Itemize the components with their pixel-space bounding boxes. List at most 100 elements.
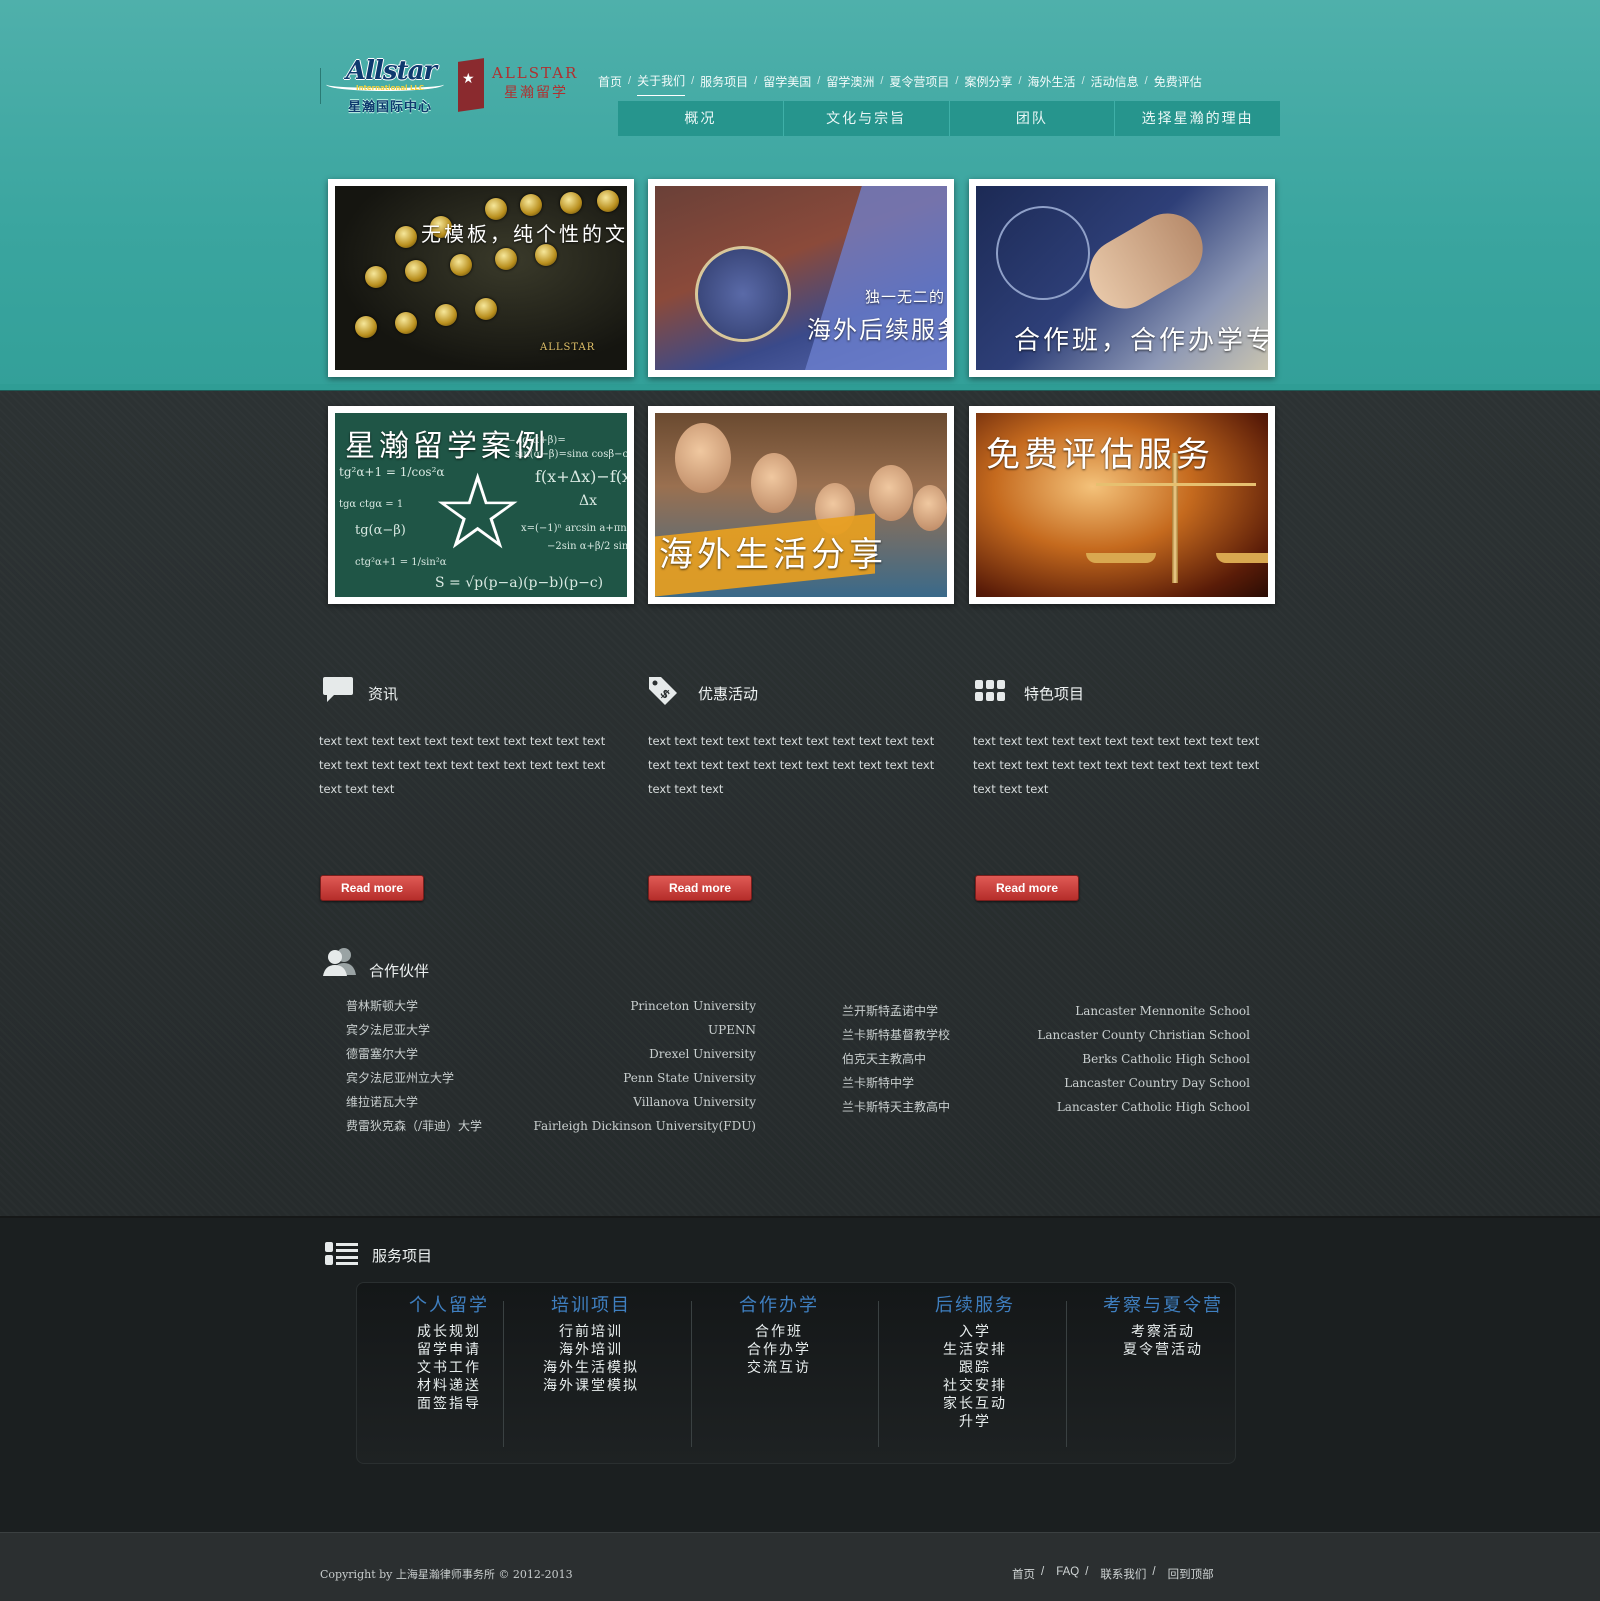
service-heading[interactable]: 培训项目 xyxy=(497,1291,685,1317)
service-item[interactable]: 考察活动 xyxy=(1069,1323,1257,1341)
news-title: 资讯 xyxy=(368,686,399,703)
service-item[interactable]: 家长互动 xyxy=(881,1395,1069,1413)
nav-item-study-australia[interactable]: 留学澳洲 xyxy=(826,73,874,90)
feature-card-followup[interactable]: 独一无二的 海外后续服务 xyxy=(648,179,954,377)
users-icon xyxy=(323,948,356,976)
partner-item[interactable]: UPENN xyxy=(520,1018,756,1042)
service-item[interactable]: 海外生活模拟 xyxy=(497,1359,685,1377)
nav-item-about[interactable]: 关于我们 xyxy=(637,72,686,96)
service-item[interactable]: 合作办学 xyxy=(685,1341,873,1359)
subnav-item-culture[interactable]: 文化与宗旨 xyxy=(784,101,950,136)
card-caption: 海外后续服务 xyxy=(807,316,947,344)
subnav-item-overview[interactable]: 概况 xyxy=(618,101,784,136)
partner-item[interactable]: 宾夕法尼亚大学 xyxy=(346,1018,482,1042)
feature-card-documents[interactable]: 无模板，纯个性的文书 ALLSTAR xyxy=(328,179,634,377)
partner-schools-en: Lancaster Mennonite School Lancaster Cou… xyxy=(1000,999,1250,1119)
partner-item[interactable]: 费雷狄克森（/菲迪）大学 xyxy=(346,1114,482,1138)
logo-brand2-cn: 星瀚留学 xyxy=(504,85,568,101)
service-item[interactable]: 生活安排 xyxy=(881,1341,1069,1359)
blackboard-image: — tg(α+β)= sin(α−β)=sinα cosβ−cosα sinβ … xyxy=(335,413,627,597)
partner-universities-en: Princeton University UPENN Drexel Univer… xyxy=(520,994,756,1138)
card-caption: 海外生活分享 xyxy=(659,535,887,575)
service-column-followup: 后续服务 入学 生活安排 跟踪 社交安排 家长互动 升学 xyxy=(881,1291,1069,1431)
partner-item[interactable]: 兰卡斯特中学 xyxy=(842,1071,950,1095)
service-column-training: 培训项目 行前培训 海外培训 海外生活模拟 海外课堂模拟 xyxy=(497,1291,685,1395)
partner-item[interactable]: 普林斯顿大学 xyxy=(346,994,482,1018)
service-item[interactable]: 社交安排 xyxy=(881,1377,1069,1395)
nav-item-cases[interactable]: 案例分享 xyxy=(964,73,1012,90)
service-item[interactable]: 交流互访 xyxy=(685,1359,873,1377)
partner-item[interactable]: 伯克天主教高中 xyxy=(842,1047,950,1071)
copyright-text: Copyright by 上海星瀚律师事务所 © 2012-2013 xyxy=(320,1568,573,1581)
card-caption: 无模板，纯个性的文书 xyxy=(421,222,627,246)
feature-card-evaluation[interactable]: 免费评估服务 xyxy=(969,406,1275,604)
partner-item[interactable]: Berks Catholic High School xyxy=(1000,1047,1250,1071)
list-icon xyxy=(325,1242,358,1265)
footer-link-faq[interactable]: FAQ xyxy=(1056,1566,1079,1582)
nav-item-services[interactable]: 服务项目 xyxy=(700,73,748,90)
partner-item[interactable]: 兰卡斯特基督教学校 xyxy=(842,1023,950,1047)
nav-item-summer-camp[interactable]: 夏令营项目 xyxy=(889,73,949,90)
nav-item-free-evaluation[interactable]: 免费评估 xyxy=(1154,73,1202,90)
feature-card-cases[interactable]: — tg(α+β)= sin(α−β)=sinα cosβ−cosα sinβ … xyxy=(328,406,634,604)
footer-link-contact[interactable]: 联系我们 xyxy=(1100,1566,1146,1582)
logo-brand-en: Allstar xyxy=(346,56,437,86)
partner-item[interactable]: Fairleigh Dickinson University(FDU) xyxy=(520,1114,756,1138)
service-item[interactable]: 入学 xyxy=(881,1323,1069,1341)
header-divider xyxy=(0,384,1600,391)
grid-icon xyxy=(975,680,1005,701)
service-item[interactable]: 面签指导 xyxy=(355,1395,543,1413)
nav-item-overseas-life[interactable]: 海外生活 xyxy=(1028,73,1076,90)
partner-item[interactable]: Lancaster Catholic High School xyxy=(1000,1095,1250,1119)
partner-item[interactable]: Lancaster Mennonite School xyxy=(1000,999,1250,1023)
footer-link-back-to-top[interactable]: 回到顶部 xyxy=(1168,1566,1214,1582)
card-caption: 星瀚留学案例 xyxy=(345,429,549,464)
partners-title: 合作伙伴 xyxy=(369,963,430,980)
news-read-more-button[interactable]: Read more xyxy=(320,875,424,901)
nav-item-events[interactable]: 活动信息 xyxy=(1091,73,1139,90)
partner-item[interactable]: 宾夕法尼亚州立大学 xyxy=(346,1066,482,1090)
partner-item[interactable]: 维拉诺瓦大学 xyxy=(346,1090,482,1114)
partner-item[interactable]: Lancaster County Christian School xyxy=(1000,1023,1250,1047)
partner-item[interactable]: Drexel University xyxy=(520,1042,756,1066)
partner-item[interactable]: 兰开斯特孟诺中学 xyxy=(842,999,950,1023)
promo-title: 优惠活动 xyxy=(698,686,759,703)
service-column-camp: 考察与夏令营 考察活动 夏令营活动 xyxy=(1069,1291,1257,1359)
footer-links: 首页 / FAQ / 联系我们 / 回到顶部 xyxy=(1012,1566,1214,1582)
partner-item[interactable]: Princeton University xyxy=(520,994,756,1018)
partner-item[interactable]: 兰卡斯特天主教高中 xyxy=(842,1095,950,1119)
service-heading[interactable]: 考察与夏令营 xyxy=(1069,1291,1257,1317)
logo-brand2-en: ALLSTAR xyxy=(492,64,579,82)
service-item[interactable]: 合作班 xyxy=(685,1323,873,1341)
feature-card-overseas-life[interactable]: 海外生活分享 xyxy=(648,406,954,604)
typewriter-image: 无模板，纯个性的文书 ALLSTAR xyxy=(335,186,627,370)
partner-item[interactable]: 德雷塞尔大学 xyxy=(346,1042,482,1066)
handshake-image: 合作班，合作办学专区 xyxy=(976,186,1268,370)
students-image: 海外生活分享 xyxy=(655,413,947,597)
partner-item[interactable]: Villanova University xyxy=(520,1090,756,1114)
nav-item-study-usa[interactable]: 留学美国 xyxy=(763,73,811,90)
service-item[interactable]: 海外培训 xyxy=(497,1341,685,1359)
card-caption-small: 独一无二的 xyxy=(865,288,946,306)
news-text: text text text text text text text text … xyxy=(319,734,606,796)
nav-item-home[interactable]: 首页 xyxy=(598,73,622,90)
speech-bubble-icon xyxy=(323,677,353,702)
card-caption: 免费评估服务 xyxy=(986,435,1214,475)
featured-read-more-button[interactable]: Read more xyxy=(975,875,1079,901)
service-item[interactable]: 夏令营活动 xyxy=(1069,1341,1257,1359)
star-icon: ☆ xyxy=(431,455,525,571)
footer-link-home[interactable]: 首页 xyxy=(1012,1566,1035,1582)
subnav-item-team[interactable]: 团队 xyxy=(950,101,1116,136)
service-item[interactable]: 行前培训 xyxy=(497,1323,685,1341)
service-item[interactable]: 海外课堂模拟 xyxy=(497,1377,685,1395)
site-logo[interactable]: Allstar International LLC 星瀚国际中心 ★ ALLST… xyxy=(320,56,580,120)
feature-card-cooperation[interactable]: 合作班，合作办学专区 xyxy=(969,179,1275,377)
partner-item[interactable]: Lancaster Country Day School xyxy=(1000,1071,1250,1095)
service-heading[interactable]: 合作办学 xyxy=(685,1291,873,1317)
partner-item[interactable]: Penn State University xyxy=(520,1066,756,1090)
service-item[interactable]: 升学 xyxy=(881,1413,1069,1431)
subnav-item-why-us[interactable]: 选择星瀚的理由 xyxy=(1115,101,1280,136)
promo-read-more-button[interactable]: Read more xyxy=(648,875,752,901)
service-heading[interactable]: 后续服务 xyxy=(881,1291,1069,1317)
service-item[interactable]: 跟踪 xyxy=(881,1359,1069,1377)
